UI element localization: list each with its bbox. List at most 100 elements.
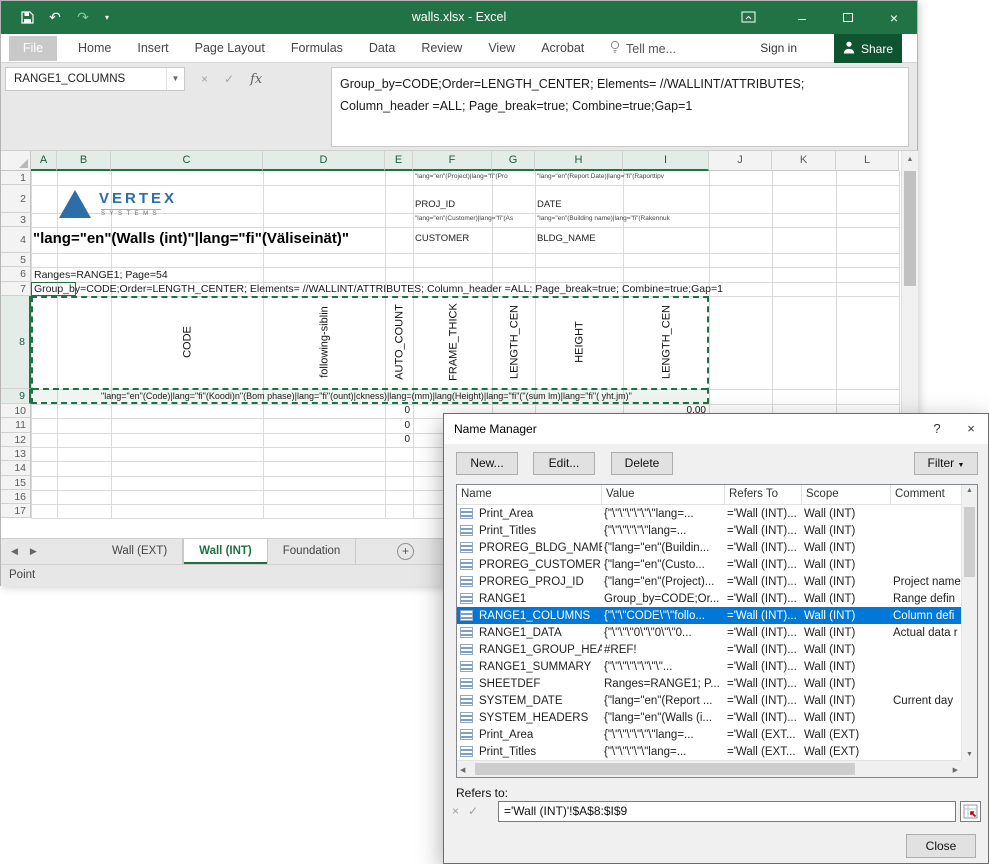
name-box[interactable]: RANGE1_COLUMNS ▼ bbox=[5, 67, 185, 91]
tell-me-box[interactable]: Tell me... bbox=[609, 34, 676, 63]
insert-function-icon[interactable]: fx bbox=[250, 72, 262, 87]
refers-to-input[interactable]: ='Wall (INT)'!$A$8:$I$9 bbox=[498, 801, 956, 822]
row-header-15[interactable]: 15 bbox=[1, 476, 31, 490]
ribbon-tab-file[interactable]: File bbox=[9, 36, 57, 61]
ribbon-tab-view[interactable]: View bbox=[475, 34, 528, 63]
column-header-h[interactable]: H bbox=[535, 151, 623, 171]
list-column-header-refers-to[interactable]: Refers To bbox=[725, 485, 802, 504]
row-header-14[interactable]: 14 bbox=[1, 461, 31, 476]
scroll-thumb[interactable] bbox=[904, 171, 916, 286]
name-row[interactable]: Print_Titles{"\"\"\"\"\"lang=...='Wall (… bbox=[457, 522, 961, 539]
row-header-2[interactable]: 2 bbox=[1, 185, 31, 213]
delete-button[interactable]: Delete bbox=[611, 452, 673, 475]
ribbon-display-options-icon[interactable] bbox=[729, 1, 767, 34]
dialog-close-icon[interactable]: × bbox=[954, 414, 988, 444]
formula-bar[interactable]: Group_by=CODE;Order=LENGTH_CENTER; Eleme… bbox=[331, 67, 909, 147]
cell-f3[interactable]: "lang="en"(Customer)|lang="fi"(As bbox=[415, 215, 532, 222]
new-button[interactable]: New... bbox=[456, 452, 518, 475]
close-button[interactable]: × bbox=[871, 1, 917, 34]
sheet-prev-icon[interactable]: ◀ bbox=[11, 546, 18, 557]
ribbon-tab-acrobat[interactable]: Acrobat bbox=[528, 34, 597, 63]
new-sheet-button[interactable]: + bbox=[397, 543, 414, 560]
cell-h3[interactable]: "lang="en"(Building name)|lang="fi"(Rake… bbox=[537, 215, 707, 222]
name-row[interactable]: PROREG_BLDG_NAME{"lang="en"(Buildin...='… bbox=[457, 539, 961, 556]
name-row[interactable]: SYSTEM_DATE{"lang="en"(Report ...='Wall … bbox=[457, 692, 961, 709]
row-header-11[interactable]: 11 bbox=[1, 418, 31, 433]
column-header-i[interactable]: I bbox=[623, 151, 709, 171]
name-row[interactable]: RANGE1_SUMMARY{"\"\"\"\"\"\"\"...='Wall … bbox=[457, 658, 961, 675]
ribbon-tab-page-layout[interactable]: Page Layout bbox=[182, 34, 278, 63]
name-row[interactable]: PROREG_PROJ_ID{"lang="en"(Project)...='W… bbox=[457, 573, 961, 590]
cell-e10[interactable]: 0 bbox=[385, 405, 410, 416]
name-row[interactable]: RANGE1_GROUP_HEA...#REF!='Wall (INT)...W… bbox=[457, 641, 961, 658]
refers-cancel-icon[interactable]: × bbox=[452, 804, 459, 818]
row-header-12[interactable]: 12 bbox=[1, 433, 31, 447]
ribbon-tab-data[interactable]: Data bbox=[356, 34, 408, 63]
sheet-tab-wall-int-[interactable]: Wall (INT) bbox=[183, 539, 268, 564]
name-box-dropdown-icon[interactable]: ▼ bbox=[166, 68, 184, 90]
list-scroll-thumb[interactable] bbox=[964, 507, 975, 577]
row-header-7[interactable]: 7 bbox=[1, 282, 31, 296]
list-scroll-left-icon[interactable]: ◀ bbox=[460, 766, 465, 774]
cell-e11[interactable]: 0 bbox=[385, 420, 410, 431]
column-header-k[interactable]: K bbox=[772, 151, 836, 171]
column-header-l[interactable]: L bbox=[836, 151, 899, 171]
list-column-header-scope[interactable]: Scope bbox=[802, 485, 891, 504]
row-header-9[interactable]: 9 bbox=[1, 389, 31, 404]
cell-row9[interactable]: "lang="en"(Code)|lang="fi"(Koodi)n"(Bom … bbox=[101, 391, 753, 401]
column-header-b[interactable]: B bbox=[57, 151, 111, 171]
list-hscroll-thumb[interactable] bbox=[475, 763, 855, 775]
scroll-up-icon[interactable]: ▲ bbox=[902, 151, 918, 168]
list-scroll-up-icon[interactable]: ▲ bbox=[962, 487, 977, 494]
maximize-button[interactable] bbox=[825, 1, 871, 34]
sheet-tab-wall-ext-[interactable]: Wall (EXT) bbox=[97, 539, 183, 564]
column-header-a[interactable]: A bbox=[31, 151, 57, 171]
row-header-6[interactable]: 6 bbox=[1, 267, 31, 282]
column-header-f[interactable]: F bbox=[413, 151, 492, 171]
enter-check-icon[interactable]: ✓ bbox=[224, 72, 234, 86]
column-header-j[interactable]: J bbox=[709, 151, 772, 171]
name-row[interactable]: Print_Titles{"\"\"\"\"\"lang=...='Wall (… bbox=[457, 743, 961, 760]
ribbon-tab-formulas[interactable]: Formulas bbox=[278, 34, 356, 63]
cell-a4[interactable]: "lang="en"(Walls (int)"|lang="fi"(Välise… bbox=[33, 230, 593, 247]
name-row[interactable]: RANGE1_DATA{"\"\"\"0\"\"0\"\"0...='Wall … bbox=[457, 624, 961, 641]
row-header-8[interactable]: 8 bbox=[1, 296, 31, 389]
cell-f1[interactable]: "lang="en"(Project)|lang="fi"(Pro bbox=[415, 173, 532, 180]
name-row[interactable]: Print_Area{"\"\"\"\"\"\"lang=...='Wall (… bbox=[457, 505, 961, 522]
edit-button[interactable]: Edit... bbox=[533, 452, 595, 475]
row-header-16[interactable]: 16 bbox=[1, 490, 31, 504]
cancel-icon[interactable]: × bbox=[201, 72, 208, 86]
dialog-close-button[interactable]: Close bbox=[906, 834, 976, 858]
name-row[interactable]: SYSTEM_HEADERS{"lang="en"(Walls (i...='W… bbox=[457, 709, 961, 726]
filter-button[interactable]: Filter ▼ bbox=[914, 452, 978, 475]
row-header-10[interactable]: 10 bbox=[1, 404, 31, 418]
list-column-header-name[interactable]: Name bbox=[457, 485, 602, 504]
sheet-next-icon[interactable]: ▶ bbox=[30, 546, 37, 557]
row-header-1[interactable]: 1 bbox=[1, 171, 31, 185]
help-icon[interactable]: ? bbox=[920, 414, 954, 444]
name-row[interactable]: RANGE1Group_by=CODE;Or...='Wall (INT)...… bbox=[457, 590, 961, 607]
ribbon-tab-insert[interactable]: Insert bbox=[124, 34, 181, 63]
row-header-13[interactable]: 13 bbox=[1, 447, 31, 461]
dialog-title-bar[interactable]: Name Manager ? × bbox=[444, 414, 988, 444]
list-horizontal-scrollbar[interactable]: ◀ ▶ bbox=[457, 760, 961, 777]
cell-a6[interactable]: Ranges=RANGE1; Page=54 bbox=[34, 269, 168, 281]
name-row[interactable]: Print_Area{"\"\"\"\"\"\"lang=...='Wall (… bbox=[457, 726, 961, 743]
cell-h1[interactable]: "lang="en"(Report Date)|lang="fi"(Raport… bbox=[537, 173, 707, 180]
row-header-3[interactable]: 3 bbox=[1, 213, 31, 227]
sheet-tab-foundation[interactable]: Foundation bbox=[268, 539, 357, 564]
row-header-4[interactable]: 4 bbox=[1, 227, 31, 253]
cell-e12[interactable]: 0 bbox=[385, 434, 410, 445]
sign-in-link[interactable]: Sign in bbox=[760, 34, 797, 63]
row-header-5[interactable]: 5 bbox=[1, 253, 31, 267]
range-selector-button[interactable] bbox=[960, 801, 981, 822]
list-scroll-right-icon[interactable]: ▶ bbox=[953, 766, 958, 774]
name-row[interactable]: SHEETDEFRanges=RANGE1; P...='Wall (INT).… bbox=[457, 675, 961, 692]
column-header-c[interactable]: C bbox=[111, 151, 263, 171]
name-row[interactable]: RANGE1_COLUMNS{"\"\"CODE\"\"follo...='Wa… bbox=[457, 607, 961, 624]
share-button[interactable]: Share bbox=[834, 34, 902, 63]
column-header-d[interactable]: D bbox=[263, 151, 385, 171]
ribbon-tab-review[interactable]: Review bbox=[408, 34, 475, 63]
minimize-button[interactable]: – bbox=[779, 1, 825, 34]
column-header-e[interactable]: E bbox=[385, 151, 413, 171]
